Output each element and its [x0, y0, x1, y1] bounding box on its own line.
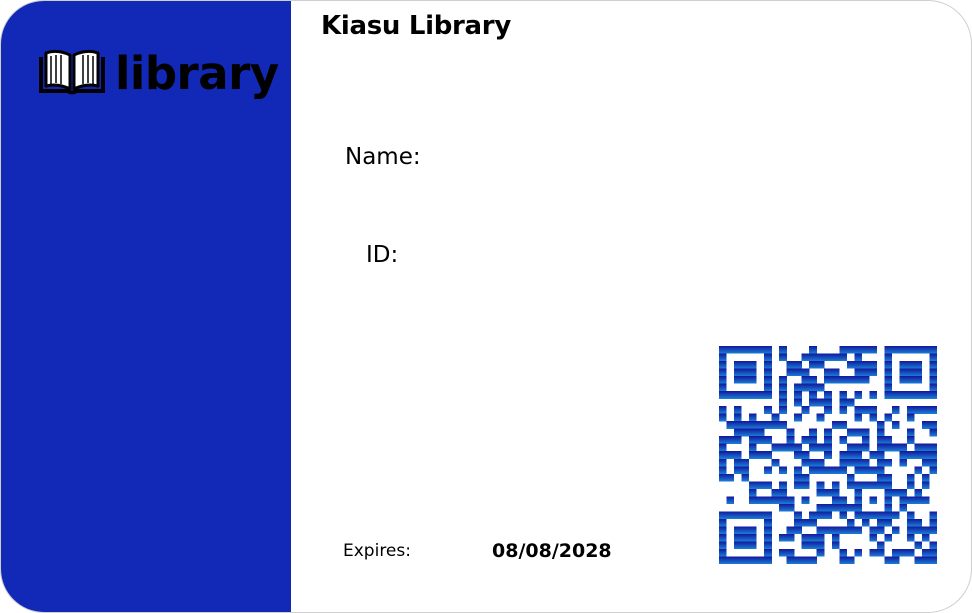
- expires-label: Expires:: [343, 541, 411, 561]
- open-book-icon: [39, 49, 105, 95]
- qr-code-icon: [719, 346, 937, 564]
- name-label: Name:: [345, 144, 421, 170]
- qr-code: [719, 346, 937, 564]
- logo-text: library: [115, 46, 279, 100]
- expires-date: 08/08/2028: [492, 540, 612, 562]
- library-logo: library: [37, 49, 279, 97]
- id-label: ID:: [366, 242, 399, 268]
- card-title: Kiasu Library: [321, 11, 511, 41]
- library-card: library Kiasu Library Name: ID: Expires:…: [0, 0, 972, 613]
- brand-side-panel: library: [1, 1, 291, 612]
